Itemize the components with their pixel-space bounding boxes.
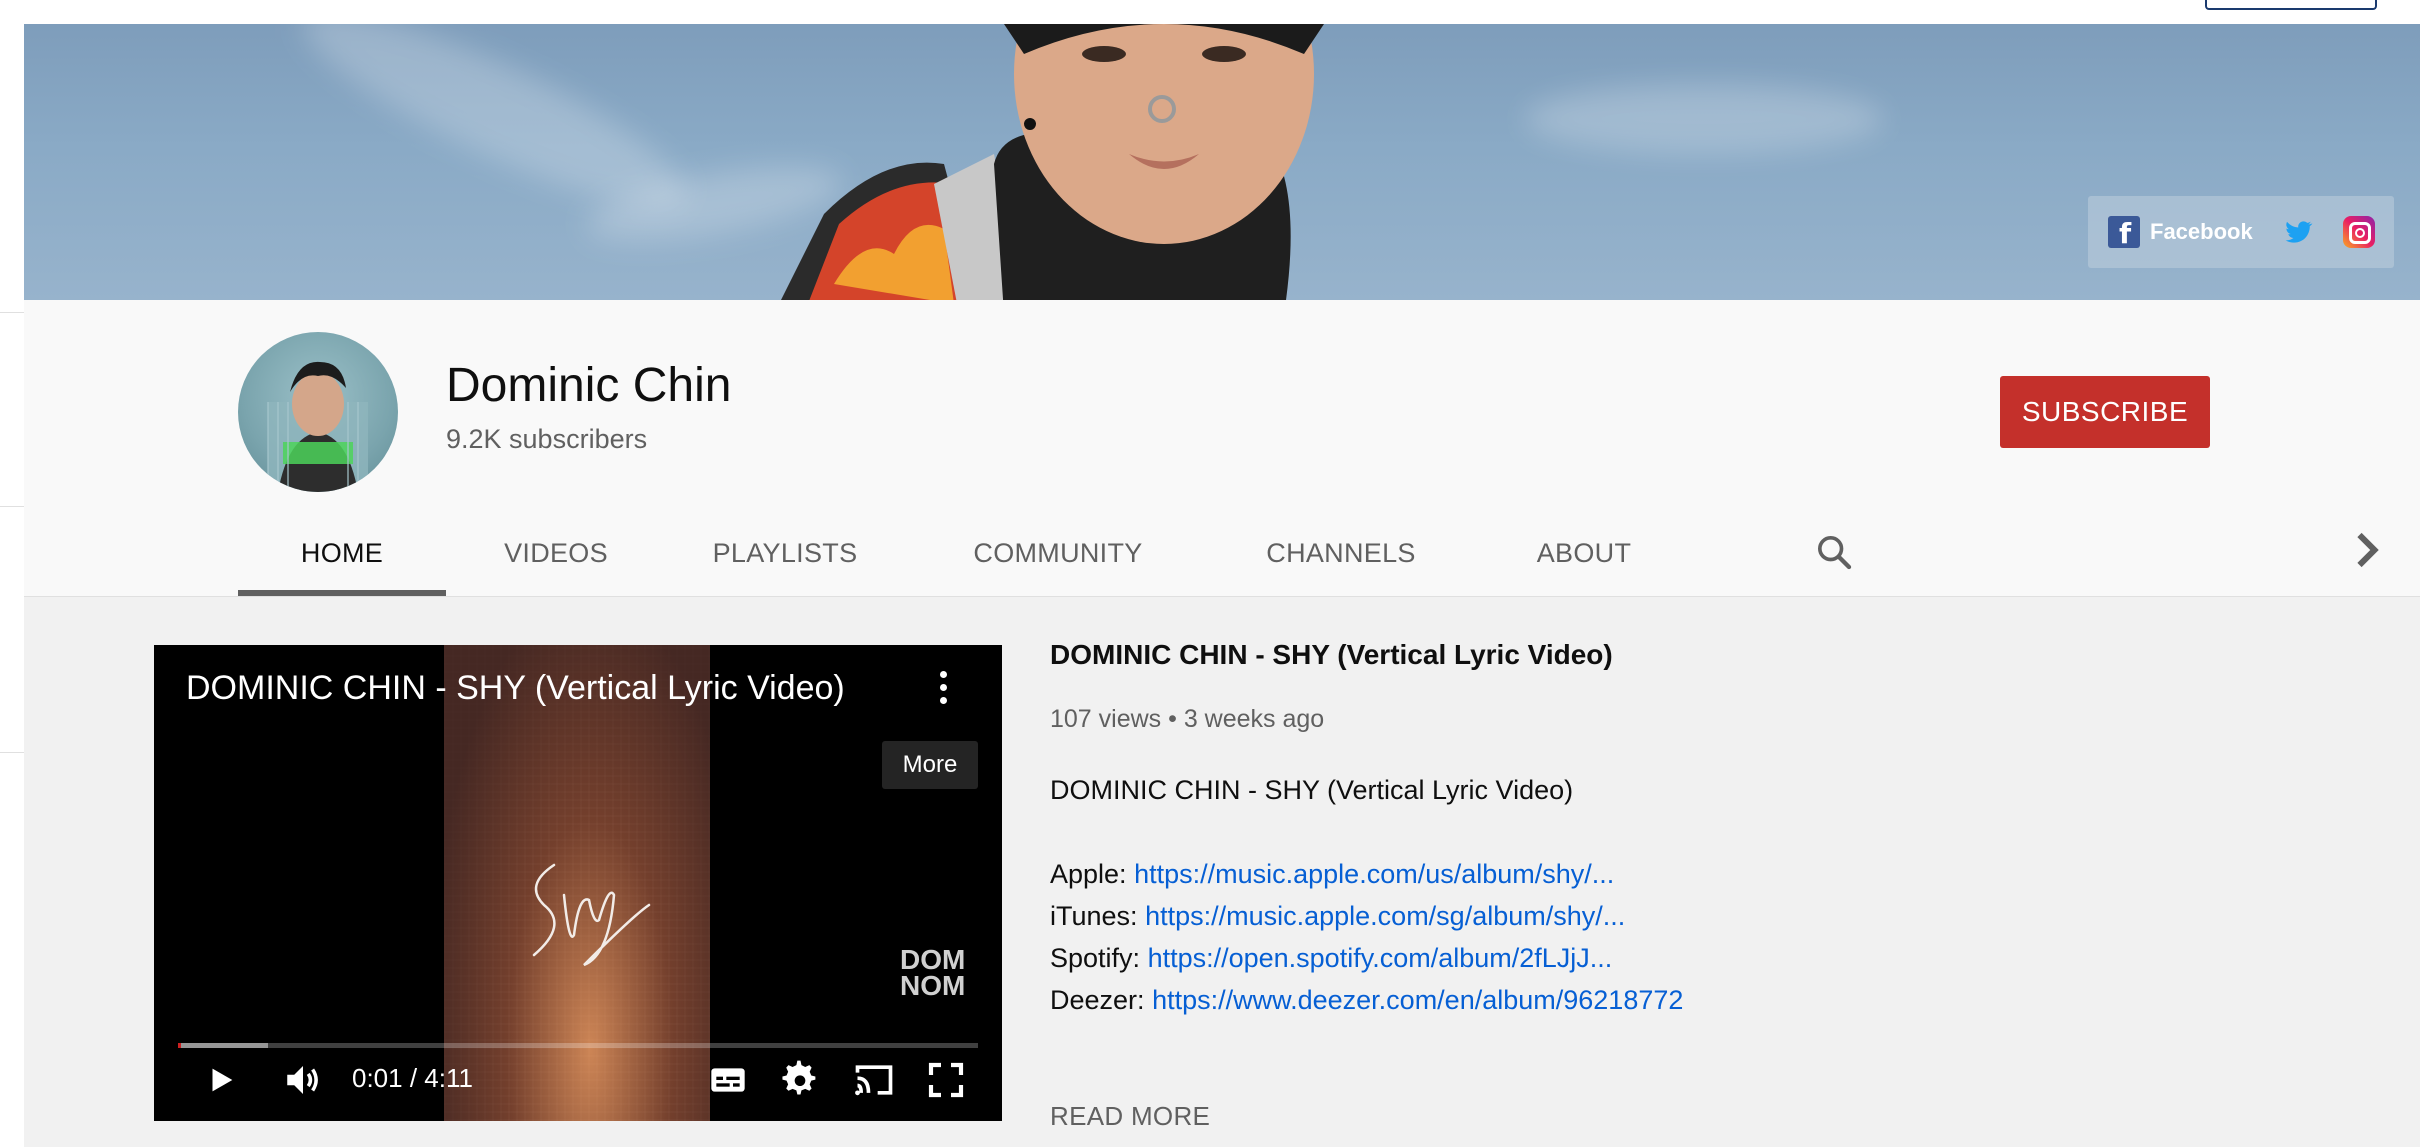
apple-music-link[interactable]: https://music.apple.com/us/album/shy/...: [1134, 859, 1614, 889]
tab-channels[interactable]: CHANNELS: [1246, 510, 1436, 596]
instagram-icon[interactable]: [2343, 216, 2375, 248]
read-more-button[interactable]: READ MORE: [1050, 1101, 1210, 1132]
more-vert-icon[interactable]: [936, 671, 950, 711]
description-first-line: DOMINIC CHIN - SHY (Vertical Lyric Video…: [1050, 775, 1574, 805]
search-icon[interactable]: [1814, 532, 1854, 572]
cloud: [1524, 84, 1884, 154]
tab-playlists[interactable]: PLAYLISTS: [700, 510, 870, 596]
tab-home[interactable]: HOME: [238, 510, 446, 596]
progress-bar[interactable]: [178, 1043, 978, 1048]
link-label: iTunes:: [1050, 901, 1138, 931]
link-row-spotify: Spotify: https://open.spotify.com/album/…: [1050, 943, 1612, 974]
tab-videos[interactable]: VIDEOS: [490, 510, 622, 596]
deezer-link[interactable]: https://www.deezer.com/en/album/96218772: [1152, 985, 1683, 1015]
video-meta: 107 views • 3 weeks ago: [1050, 705, 1325, 733]
banner-person-image: [781, 24, 1324, 300]
avatar[interactable]: [238, 332, 398, 492]
fullscreen-icon[interactable]: [926, 1055, 966, 1105]
link-label: Apple:: [1050, 859, 1127, 889]
channel-header: Dominic Chin 9.2K subscribers SUBSCRIBE …: [24, 300, 2420, 596]
facebook-icon: [2108, 216, 2140, 250]
spotify-link[interactable]: https://open.spotify.com/album/2fLJjJ...: [1148, 943, 1613, 973]
video-description: DOMINIC CHIN - SHY (Vertical Lyric Video…: [1050, 639, 2050, 1131]
player-title: DOMINIC CHIN - SHY (Vertical Lyric Video…: [186, 669, 845, 707]
rail-divider: [0, 312, 24, 313]
more-button[interactable]: More: [882, 741, 978, 789]
shy-signature: [532, 863, 651, 967]
top-bar: [24, 0, 2420, 24]
itunes-link[interactable]: https://music.apple.com/sg/album/shy/...: [1145, 901, 1625, 931]
volume-icon[interactable]: [282, 1055, 324, 1105]
rail-divider: [0, 506, 24, 507]
facebook-label: Facebook: [2150, 219, 2253, 244]
time-display: 0:01 / 4:11: [352, 1063, 473, 1093]
avatar-image: [267, 361, 368, 492]
social-links: Facebook: [2088, 196, 2394, 268]
left-rail: [0, 0, 24, 1146]
watermark-line: NOM: [900, 970, 966, 1001]
link-row-itunes: iTunes: https://music.apple.com/sg/album…: [1050, 901, 1625, 932]
cast-icon[interactable]: [852, 1055, 896, 1105]
link-label: Deezer:: [1050, 985, 1145, 1015]
channel-name: Dominic Chin: [446, 359, 732, 412]
progress-buffer: [178, 1043, 268, 1048]
tab-community[interactable]: COMMUNITY: [948, 510, 1168, 596]
video-title-link[interactable]: DOMINIC CHIN - SHY (Vertical Lyric Video…: [1050, 639, 2050, 671]
video-player[interactable]: DOMINIC CHIN - SHY (Vertical Lyric Video…: [154, 645, 1002, 1121]
link-row-deezer: Deezer: https://www.deezer.com/en/album/…: [1050, 985, 1683, 1016]
progress-fill: [178, 1043, 182, 1048]
channel-banner: Facebook: [24, 24, 2420, 300]
chevron-right-icon[interactable]: [2352, 530, 2382, 570]
subscriber-count: 9.2K subscribers: [446, 424, 648, 454]
play-icon[interactable]: [204, 1055, 238, 1105]
twitter-icon[interactable]: [2282, 216, 2314, 248]
featured-section: DOMINIC CHIN - SHY (Vertical Lyric Video…: [24, 596, 2420, 1147]
watermark: DOM NOM: [900, 946, 966, 1001]
facebook-link[interactable]: Facebook: [2108, 216, 2253, 250]
top-bar-button[interactable]: [2205, 0, 2377, 10]
subtitles-icon[interactable]: [708, 1055, 748, 1105]
link-row-apple: Apple: https://music.apple.com/us/album/…: [1050, 859, 1614, 890]
tab-about[interactable]: ABOUT: [1514, 510, 1654, 596]
subscribe-button[interactable]: SUBSCRIBE: [2000, 376, 2210, 448]
gear-icon[interactable]: [780, 1055, 820, 1105]
rail-divider: [0, 752, 24, 753]
link-label: Spotify:: [1050, 943, 1141, 973]
